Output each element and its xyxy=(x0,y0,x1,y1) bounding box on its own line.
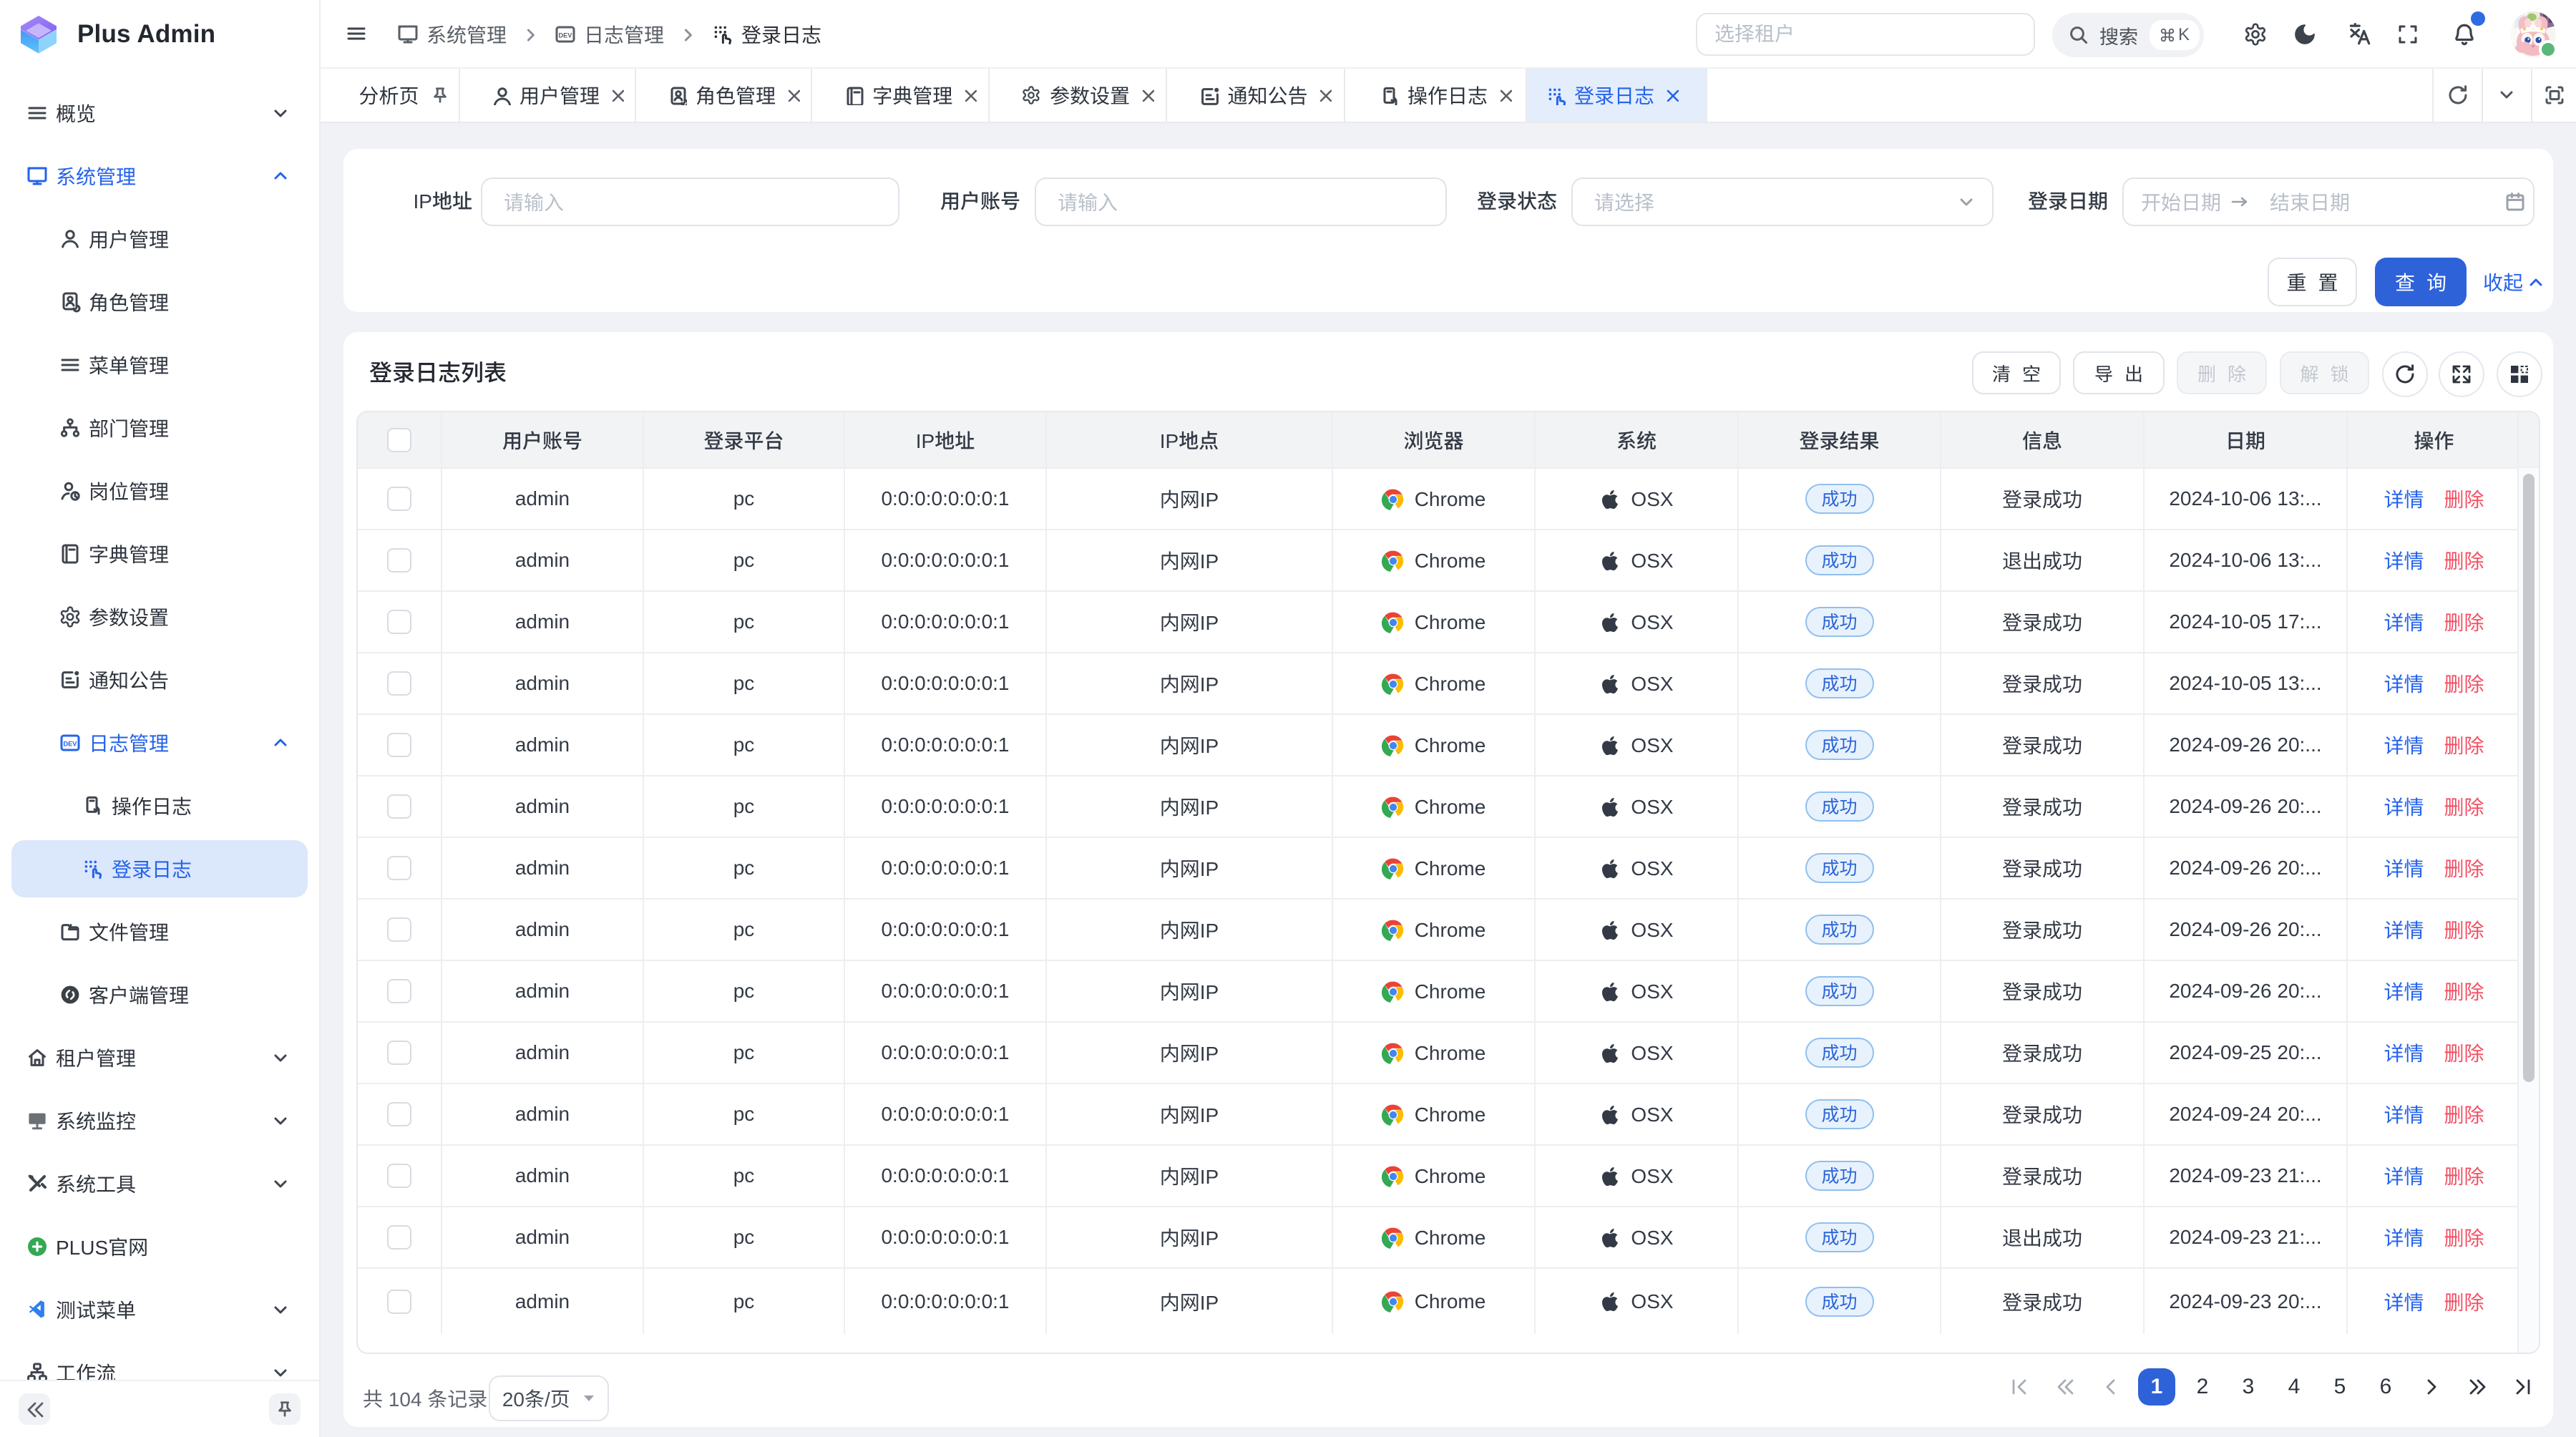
svg-text:DEV: DEV xyxy=(64,740,78,747)
svg-text:DEV: DEV xyxy=(559,31,573,39)
